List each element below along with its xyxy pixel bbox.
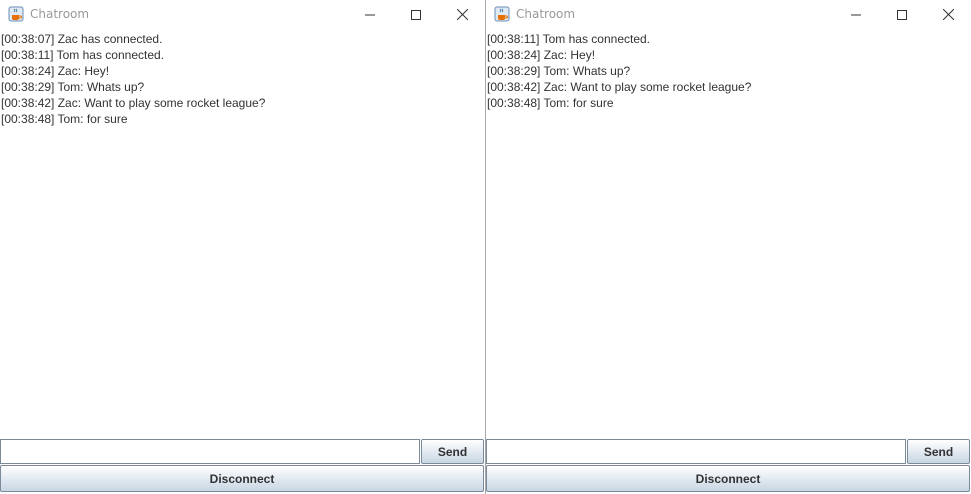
- chat-message: [00:38:29] Tom: Whats up?: [487, 64, 631, 78]
- title-bar[interactable]: Chatroom: [0, 0, 485, 29]
- chatroom-window-tom: Chatroom [00:38:11] Tom has connected. […: [486, 0, 971, 494]
- chat-message: [00:38:24] Zac: Hey!: [1, 64, 110, 78]
- chat-message: [00:38:48] Tom: for sure: [487, 96, 614, 110]
- input-row: Send: [486, 439, 971, 464]
- maximize-button[interactable]: [393, 0, 439, 29]
- send-button[interactable]: Send: [907, 439, 970, 464]
- input-row: Send: [0, 439, 485, 464]
- chat-log[interactable]: [00:38:07] Zac has connected. [00:38:11]…: [0, 30, 485, 438]
- chat-message: [00:38:24] Zac: Hey!: [487, 48, 596, 62]
- minimize-icon: [851, 14, 861, 15]
- minimize-icon: [365, 14, 375, 15]
- send-button[interactable]: Send: [421, 439, 484, 464]
- maximize-icon: [411, 9, 421, 20]
- message-input[interactable]: [486, 439, 906, 464]
- chat-message: [00:38:11] Tom has connected.: [487, 32, 651, 46]
- java-coffee-cup-icon: [8, 6, 24, 22]
- java-coffee-cup-icon: [494, 6, 510, 22]
- disconnect-button[interactable]: Disconnect: [0, 465, 484, 492]
- close-button[interactable]: [439, 0, 485, 29]
- close-icon: [942, 9, 954, 20]
- minimize-button[interactable]: [833, 0, 879, 29]
- chatroom-window-zac: Chatroom [00:38:07] Zac has connected. […: [0, 0, 485, 494]
- close-button[interactable]: [925, 0, 971, 29]
- minimize-button[interactable]: [347, 0, 393, 29]
- chat-message: [00:38:42] Zac: Want to play some rocket…: [1, 96, 266, 110]
- chat-message: [00:38:42] Zac: Want to play some rocket…: [487, 80, 752, 94]
- window-title: Chatroom: [516, 7, 576, 21]
- chat-message: [00:38:11] Tom has connected.: [1, 48, 165, 62]
- maximize-button[interactable]: [879, 0, 925, 29]
- disconnect-button[interactable]: Disconnect: [486, 465, 970, 492]
- title-bar[interactable]: Chatroom: [486, 0, 971, 29]
- chat-message: [00:38:29] Tom: Whats up?: [1, 80, 145, 94]
- message-input[interactable]: [0, 439, 420, 464]
- maximize-icon: [897, 9, 907, 20]
- close-icon: [456, 9, 468, 20]
- chat-message: [00:38:48] Tom: for sure: [1, 112, 128, 126]
- chat-message: [00:38:07] Zac has connected.: [1, 32, 163, 46]
- chat-log[interactable]: [00:38:11] Tom has connected. [00:38:24]…: [486, 30, 971, 438]
- desktop: Chatroom [00:38:07] Zac has connected. […: [0, 0, 971, 494]
- window-title: Chatroom: [30, 7, 90, 21]
